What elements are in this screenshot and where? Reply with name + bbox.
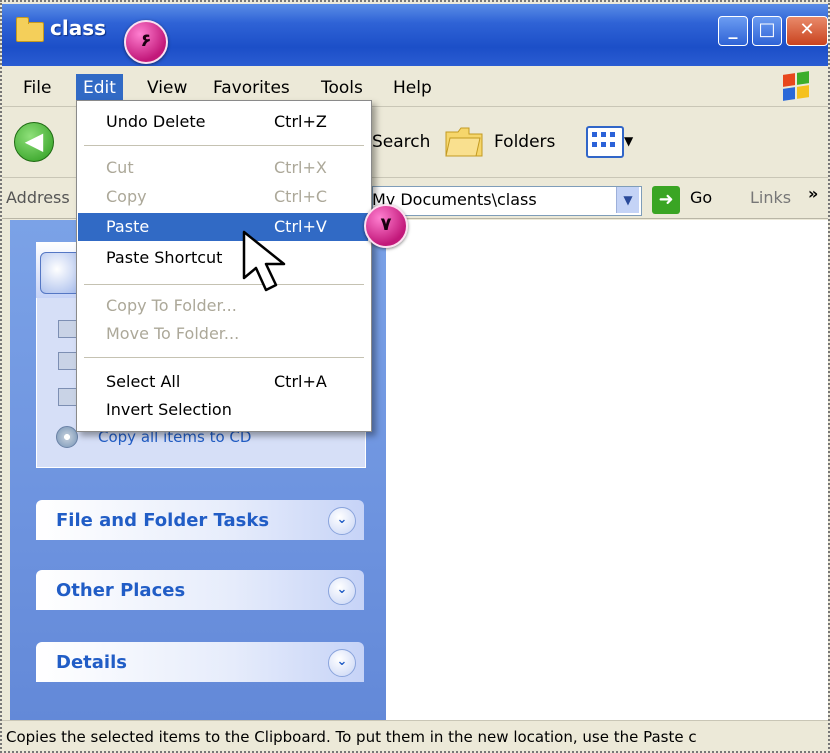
menu-separator bbox=[84, 284, 364, 285]
folders-button[interactable]: Folders bbox=[494, 132, 555, 152]
menu-view[interactable]: View bbox=[140, 74, 194, 102]
back-button[interactable]: ◀ bbox=[14, 122, 54, 162]
cd-icon bbox=[56, 426, 78, 448]
menu-separator bbox=[84, 145, 364, 146]
menu-help[interactable]: Help bbox=[386, 74, 439, 102]
links-label[interactable]: Links bbox=[750, 188, 791, 207]
menu-select-all[interactable]: Select All bbox=[106, 368, 180, 396]
folder-icon bbox=[16, 17, 44, 42]
shortcut-select-all: Ctrl+A bbox=[274, 372, 327, 391]
menu-tools[interactable]: Tools bbox=[314, 74, 370, 102]
search-button[interactable]: Search bbox=[372, 132, 430, 152]
close-button[interactable]: ✕ bbox=[786, 16, 828, 46]
menu-separator bbox=[84, 357, 364, 358]
menu-edit[interactable]: Edit bbox=[76, 74, 123, 102]
menu-copy-to-folder: Copy To Folder... bbox=[106, 296, 237, 315]
menu-paste-shortcut[interactable]: Paste Shortcut bbox=[106, 244, 222, 272]
step-callout-badge: ۷ bbox=[364, 204, 408, 248]
shortcut-cut: Ctrl+X bbox=[274, 158, 327, 177]
minimize-button[interactable]: _ bbox=[718, 16, 748, 46]
address-dropdown-icon[interactable]: ▼ bbox=[616, 187, 639, 213]
menu-favorites[interactable]: Favorites bbox=[206, 74, 297, 102]
chevron-down-icon[interactable]: ⌄ bbox=[328, 577, 356, 605]
file-folder-tasks-title: File and Folder Tasks bbox=[56, 510, 270, 531]
window-title: class bbox=[50, 16, 107, 40]
folders-icon[interactable] bbox=[444, 124, 484, 158]
task-icon bbox=[58, 352, 78, 370]
menu-invert-selection[interactable]: Invert Selection bbox=[106, 396, 232, 424]
details-title: Details bbox=[56, 652, 127, 673]
status-text: Copies the selected items to the Clipboa… bbox=[6, 728, 697, 746]
menu-undo-delete[interactable]: Undo Delete bbox=[106, 108, 205, 136]
maximize-button[interactable]: □ bbox=[752, 16, 782, 46]
menu-move-to-folder: Move To Folder... bbox=[106, 324, 240, 343]
step-callout-badge: ۶ bbox=[124, 20, 168, 64]
mouse-cursor-icon bbox=[242, 230, 286, 292]
shortcut-undo: Ctrl+Z bbox=[274, 112, 327, 131]
file-list-area[interactable] bbox=[386, 220, 828, 720]
task-icon bbox=[58, 388, 78, 406]
chevron-right-icon[interactable]: » bbox=[808, 184, 818, 203]
chevron-down-icon[interactable]: ⌄ bbox=[328, 649, 356, 677]
menu-cut: Cut bbox=[106, 158, 134, 177]
menu-copy: Copy bbox=[106, 187, 147, 206]
menu-paste[interactable]: Paste bbox=[106, 213, 149, 241]
views-icon[interactable] bbox=[586, 126, 624, 158]
chevron-down-icon[interactable]: ⌄ bbox=[328, 507, 356, 535]
go-arrow-icon[interactable]: ➜ bbox=[652, 186, 680, 214]
address-label: Address bbox=[6, 188, 70, 207]
explorer-window: class ۶ _ □ ✕ File Edit View Favorites T… bbox=[0, 0, 830, 753]
menu-file[interactable]: File bbox=[16, 74, 58, 102]
other-places-title: Other Places bbox=[56, 580, 186, 601]
views-dropdown-icon[interactable]: ▼ bbox=[624, 134, 633, 148]
go-button[interactable]: Go bbox=[690, 188, 712, 207]
windows-logo-icon bbox=[782, 71, 810, 101]
shortcut-copy: Ctrl+C bbox=[274, 187, 328, 206]
task-icon bbox=[58, 320, 78, 338]
